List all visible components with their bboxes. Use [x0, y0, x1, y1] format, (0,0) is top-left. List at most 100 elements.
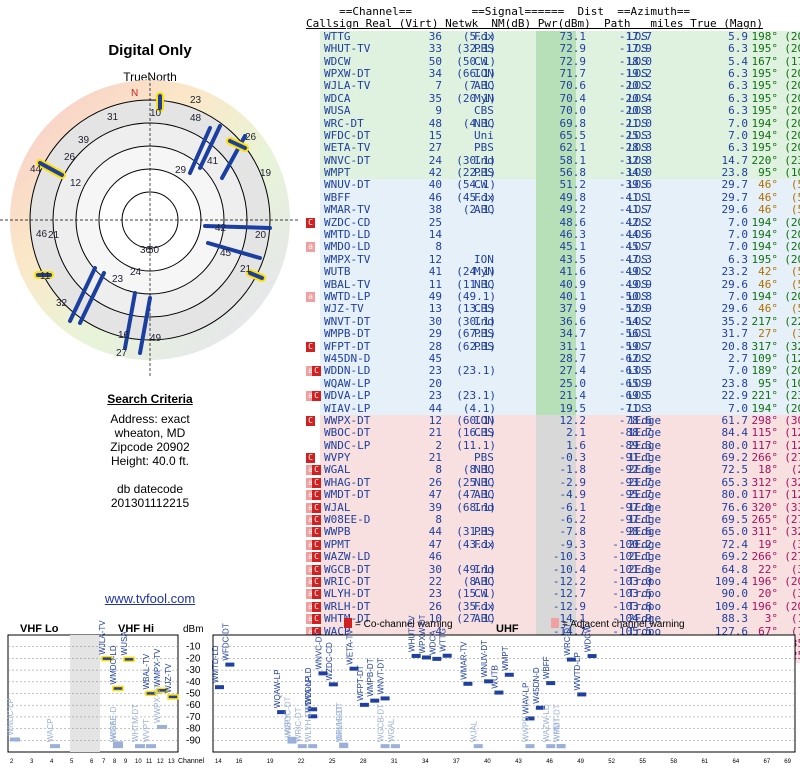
- table-row: aCWGAL8(8.1)NBC-1.8-92.62Edge72.518°(29°…: [306, 463, 800, 477]
- cell-real: 40: [428, 178, 442, 192]
- cell-call: WGAL: [324, 463, 351, 477]
- cell-nm: 70.0: [559, 104, 587, 118]
- cell-net: ABC: [474, 488, 494, 502]
- cell-path: LOS: [628, 364, 648, 378]
- cell-nm: 49.2: [559, 203, 587, 217]
- signal-mark: [50, 744, 60, 749]
- signal-callsign: WMAR-TV: [459, 641, 468, 680]
- channel-tick: 25: [329, 759, 336, 765]
- signal-callsign: WLYH-DT: [304, 706, 313, 742]
- table-row: aCWDDN-LD23(23.1)27.4-63.5LOS7.0189°(200…: [306, 364, 800, 378]
- channel-tick: 12: [157, 759, 164, 765]
- channel-tick: 2: [10, 759, 14, 765]
- cell-call: WJZ-TV: [324, 302, 364, 316]
- cell-real: 46: [428, 550, 442, 564]
- channel-tick: 9: [124, 759, 128, 765]
- signal-mark: [556, 744, 566, 749]
- channel-tick: 69: [784, 759, 791, 765]
- cell-nm: 37.9: [559, 302, 587, 316]
- cell-nm: 2.1: [566, 426, 586, 440]
- cell-path: LOS: [628, 141, 648, 155]
- cell-net: CBS: [474, 302, 494, 316]
- cell-path: LOS: [628, 240, 648, 254]
- cochannel-warning-icon: C: [312, 515, 321, 526]
- cell-real: 33: [428, 42, 442, 56]
- cell-dist: 31.7: [721, 327, 749, 341]
- channel-tick: 10: [135, 759, 142, 765]
- cell-magn: (38°): [790, 327, 800, 341]
- cell-real: 29: [428, 327, 442, 341]
- cell-dist: 6.3: [728, 42, 748, 56]
- search-criteria-header: Search Criteria: [107, 392, 193, 406]
- cell-call: WDDN-LD: [324, 364, 371, 378]
- signal-mark: [525, 744, 535, 749]
- cell-true: 195°: [751, 141, 779, 155]
- signal-mark: [422, 655, 431, 660]
- site-link[interactable]: www.tvfool.com: [0, 591, 300, 606]
- cochannel-warning-icon: C: [312, 465, 321, 476]
- signal-callsign: WETA-TV: [346, 629, 355, 665]
- signal-callsign: WVPT: [142, 719, 151, 742]
- cell-dist: 6.3: [728, 141, 748, 155]
- signal-mark: [339, 744, 349, 749]
- signal-mark: [308, 744, 318, 749]
- table-row: WETA-TV27PBS62.1-28.8LOS6.3195°(206°): [320, 141, 800, 155]
- signal-callsign: WUSA: [120, 631, 129, 656]
- signal-mark: [587, 654, 597, 659]
- channel-tick: 34: [422, 759, 429, 765]
- cell-net: MyN: [474, 265, 494, 279]
- signal-callsign: WNUV-DT: [480, 640, 489, 677]
- signal-mark: [390, 744, 400, 749]
- cell-call: WMPB-DT: [324, 327, 371, 341]
- table-row: WJZ-TV13(13.1)CBS37.9-52.9LOS29.646°(57°…: [320, 302, 800, 316]
- signal-callsign: WPXW-DT: [418, 615, 427, 653]
- channel-tick: 46: [546, 759, 553, 765]
- cell-dist: 80.0: [721, 488, 749, 502]
- height-text: Height: 40.0 ft.: [110, 454, 190, 468]
- cell-net: PBS: [474, 339, 494, 353]
- cell-path: 1Edge: [628, 426, 662, 440]
- signal-callsign: WDCA: [428, 630, 437, 655]
- cell-magn: (31°): [790, 587, 800, 601]
- cell-path: LOS: [628, 104, 648, 118]
- cell-path: LOS: [628, 203, 648, 217]
- svg-text:21: 21: [48, 230, 60, 241]
- svg-text:39: 39: [78, 135, 90, 146]
- signal-mark: [411, 653, 421, 658]
- cell-magn: (128°): [784, 488, 800, 502]
- cell-real: 23: [428, 587, 442, 601]
- adjacent-legend: = Adjacent channel warning: [562, 619, 685, 630]
- cell-magn: (206°): [784, 141, 800, 155]
- signal-mark: [225, 662, 235, 667]
- signal-callsign: WUTB: [490, 665, 499, 689]
- cochannel-warning-icon: C: [312, 490, 321, 501]
- table-row: WMAR-TV38(2.1)ABC49.2-41.7LOS29.646°(57°…: [320, 203, 800, 217]
- cell-magn: (206°): [784, 42, 800, 56]
- cell-net: PBS: [474, 42, 494, 56]
- signal-callsign: WQAW-LP: [273, 669, 282, 708]
- signal-callsign: WJZ-TV: [164, 663, 173, 693]
- channel-tick: 8: [113, 759, 117, 765]
- cell-real: 8: [435, 463, 442, 477]
- uhf-label: UHF: [496, 623, 519, 635]
- cell-dist: 6.3: [728, 104, 748, 118]
- table-row: WUSA9CBS70.0-20.8LOS6.3195°(206°): [320, 104, 800, 118]
- svg-text:41: 41: [207, 156, 219, 167]
- channel-tick: 67: [764, 759, 771, 765]
- signal-callsign: WDCW: [584, 625, 593, 652]
- channel-tick: 6: [90, 759, 94, 765]
- signal-callsign: WBFF: [542, 656, 551, 679]
- signal-callsign: WNVC-DT: [315, 631, 324, 669]
- dbm-tick: -60: [186, 700, 201, 711]
- signal-callsign: WRLH-DT: [335, 705, 344, 742]
- cochannel-warning-icon: C: [312, 539, 321, 550]
- signal-mark: [123, 656, 135, 663]
- signal-callsign: WGAL: [387, 718, 396, 742]
- table-row: a C WWPB 44 (31.1) PBS -7.8 -98.6 2Edge 65.0 311°(…: [306, 525, 800, 539]
- signal-callsign: WBAL-TV: [142, 653, 151, 689]
- cell-nm: 45.1: [559, 240, 587, 254]
- cell-nm: 21.4: [559, 389, 587, 403]
- channel-tick: 4: [50, 759, 54, 765]
- cell-dist: 22.9: [721, 389, 749, 403]
- db-code: 201301112215: [110, 496, 190, 510]
